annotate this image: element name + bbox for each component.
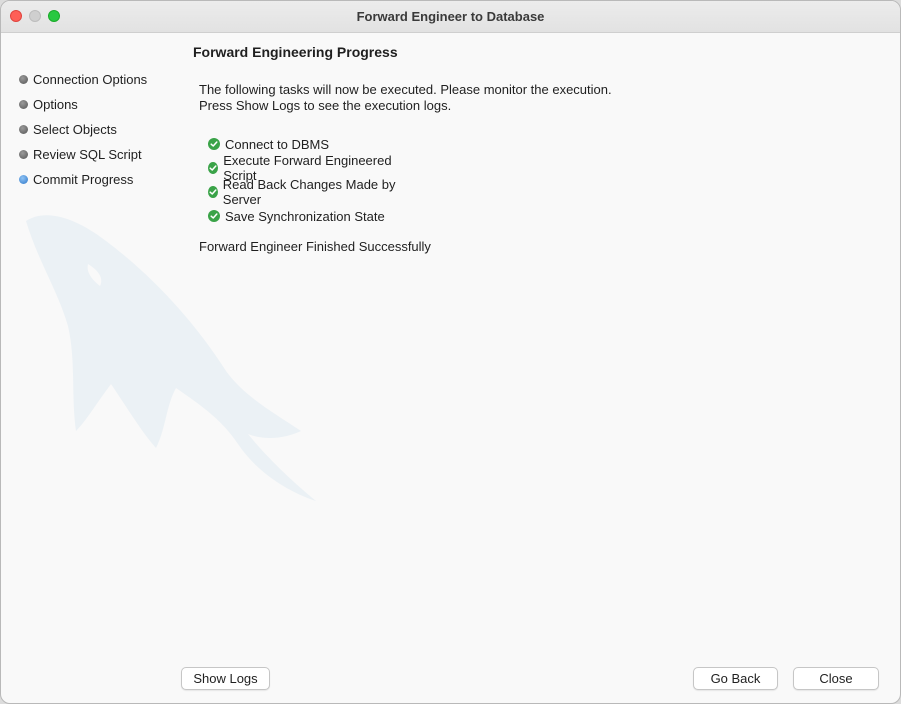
task-label: Connect to DBMS <box>225 136 330 152</box>
step-label: Select Objects <box>33 122 117 137</box>
page-title: Forward Engineering Progress <box>193 44 398 60</box>
instructions-line: The following tasks will now be executed… <box>199 82 612 97</box>
step-label: Review SQL Script <box>33 147 142 162</box>
step-connection-options: Connection Options <box>19 67 147 92</box>
step-status-dot-icon <box>19 100 28 109</box>
instructions-line: Press Show Logs to see the execution log… <box>199 98 452 113</box>
task-list: Connect to DBMS Execute Forward Engineer… <box>208 132 398 228</box>
step-active-dot-icon <box>19 175 28 184</box>
task-label: Save Synchronization State <box>225 208 385 224</box>
wizard-steps-sidebar: Connection Options Options Select Object… <box>19 67 147 192</box>
checkmark-circle-icon <box>208 138 220 150</box>
close-button[interactable]: Close <box>793 667 879 690</box>
instructions-text: The following tasks will now be executed… <box>199 82 719 114</box>
result-message: Forward Engineer Finished Successfully <box>199 239 431 254</box>
checkmark-circle-icon <box>208 186 218 198</box>
step-label: Connection Options <box>33 72 148 87</box>
task-label: Read Back Changes Made by Server <box>222 177 396 207</box>
step-review-sql-script: Review SQL Script <box>19 142 147 167</box>
task-item: Save Synchronization State <box>208 204 398 228</box>
checkmark-circle-icon <box>208 162 219 174</box>
step-select-objects: Select Objects <box>19 117 147 142</box>
title-bar: Forward Engineer to Database <box>1 1 900 33</box>
forward-engineer-dialog: Forward Engineer to Database Connection … <box>0 0 901 704</box>
window-title: Forward Engineer to Database <box>356 9 545 24</box>
checkmark-circle-icon <box>208 210 220 222</box>
show-logs-button[interactable]: Show Logs <box>181 667 270 690</box>
go-back-button[interactable]: Go Back <box>693 667 778 690</box>
task-item: Read Back Changes Made by Server <box>208 177 398 207</box>
step-commit-progress: Commit Progress <box>19 167 147 192</box>
step-status-dot-icon <box>19 150 28 159</box>
step-label: Options <box>33 97 78 112</box>
step-status-dot-icon <box>19 75 28 84</box>
step-label: Commit Progress <box>33 172 134 187</box>
progress-panel: Forward Engineering Progress The followi… <box>193 44 612 254</box>
step-status-dot-icon <box>19 125 28 134</box>
step-options: Options <box>19 92 147 117</box>
